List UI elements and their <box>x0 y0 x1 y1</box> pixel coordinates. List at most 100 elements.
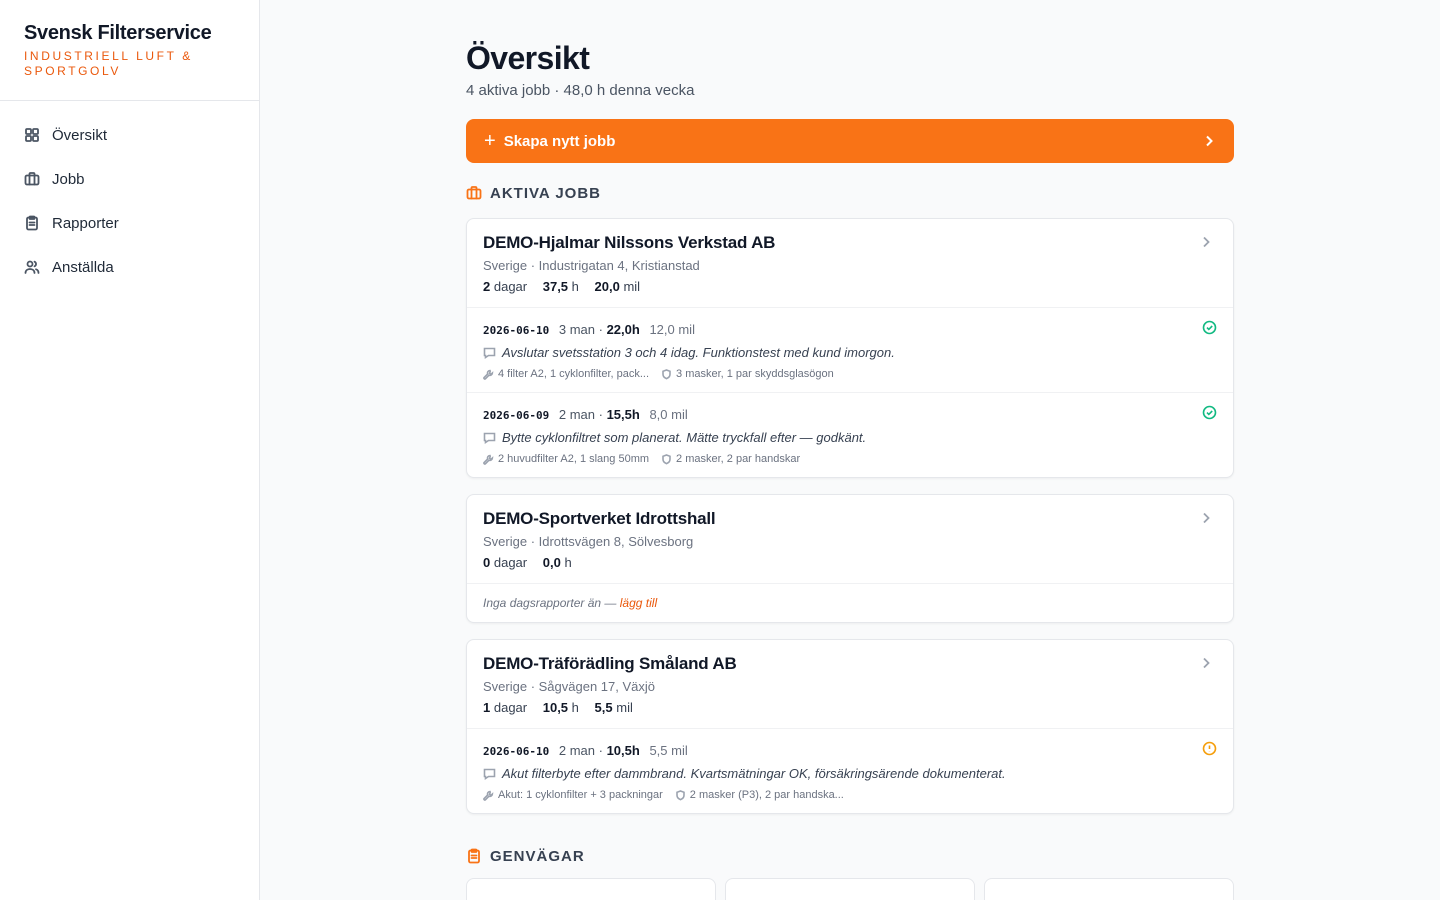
report-materials: 2 huvudfilter A2, 1 slang 50mm <box>498 453 650 465</box>
shortcut-card[interactable] <box>466 878 716 900</box>
report-crew: 3 man · <box>558 322 603 337</box>
report-mil: 12,0 mil <box>649 322 695 337</box>
report-hours: 15,5h <box>606 407 640 422</box>
shortcut-list <box>466 878 1234 900</box>
report-date: 2026-06-10 <box>483 745 550 758</box>
sidebar-item-jobb[interactable]: Jobb <box>0 157 259 201</box>
comment-icon <box>483 347 496 359</box>
empty-reports-text: Inga dagsrapporter än — <box>483 596 617 610</box>
sidebar-item-oversikt[interactable]: Översikt <box>0 113 259 157</box>
report-note: Bytte cyklonfiltret som planerat. Mätte … <box>483 430 1217 445</box>
create-job-label: Skapa nytt jobb <box>503 132 616 150</box>
report-materials: 4 filter A2, 1 cyklonfilter, pack... <box>498 368 650 380</box>
job-days-unit: dagar <box>493 279 528 294</box>
wrench-icon <box>483 369 494 380</box>
users-icon <box>24 260 40 274</box>
job-title: DEMO-Träförädling Småland AB <box>483 654 737 673</box>
brand: Svensk Filterservice INDUSTRIELL LUFT & … <box>0 0 259 101</box>
report-ppe: 2 masker, 2 par handskar <box>676 453 801 465</box>
report-note-text: Avslutar svetsstation 3 och 4 idag. Funk… <box>502 345 895 360</box>
job-days: 2 <box>483 279 491 294</box>
job-title: DEMO-Sportverket Idrottshall <box>483 509 716 528</box>
job-mil-unit: mil <box>616 700 633 715</box>
job-mil: 5,5 <box>594 700 613 715</box>
job-card-header[interactable]: DEMO-Hjalmar Nilssons Verkstad AB Sverig… <box>467 219 1233 308</box>
report-summary: 2026-06-09 2 man · 15,5h 8,0 mil <box>483 407 1217 422</box>
sidebar-item-label: Jobb <box>52 170 85 188</box>
report-mil: 5,5 mil <box>649 743 688 758</box>
clipboard-icon <box>26 215 38 231</box>
main-content: Översikt 4 aktiva jobb · 48,0 h denna ve… <box>466 0 1234 900</box>
section-active-jobs: AKTIVA JOBB <box>466 184 1234 202</box>
shortcut-card[interactable] <box>725 878 975 900</box>
report-summary: 2026-06-10 3 man · 22,0h 12,0 mil <box>483 322 1217 337</box>
create-job-button[interactable]: + Skapa nytt jobb <box>466 119 1234 163</box>
report-crew: 2 man · <box>558 407 603 422</box>
report-summary: 2026-06-10 2 man · 10,5h 5,5 mil <box>483 743 1217 758</box>
comment-icon <box>483 768 496 780</box>
day-report[interactable]: 2026-06-10 3 man · 22,0h 12,0 mil Avslut… <box>467 308 1233 393</box>
job-address: Sverige · Industrigatan 4, Kristianstad <box>483 258 700 273</box>
job-card-header[interactable]: DEMO-Träförädling Småland AB Sverige · S… <box>467 640 1233 729</box>
grid-icon <box>25 128 39 142</box>
job-address: Sverige · Idrottsvägen 8, Sölvesborg <box>483 534 694 549</box>
job-mil: 20,0 <box>594 279 620 294</box>
day-report[interactable]: 2026-06-09 2 man · 15,5h 8,0 mil Bytte c… <box>467 393 1233 477</box>
shortcut-card[interactable] <box>984 878 1234 900</box>
job-stats: 2 dagar 37,5 h 20,0 mil <box>483 279 1217 294</box>
job-hours: 0,0 <box>542 555 561 570</box>
chevron-right-icon[interactable] <box>1199 511 1213 525</box>
shield-icon <box>662 453 671 464</box>
job-card: DEMO-Hjalmar Nilssons Verkstad AB Sverig… <box>466 218 1234 478</box>
report-date: 2026-06-09 <box>483 409 550 422</box>
report-hours: 22,0h <box>606 322 640 337</box>
report-note-text: Akut filterbyte efter dammbrand. Kvartsm… <box>502 766 1006 781</box>
sidebar-item-anstallda[interactable]: Anställda <box>0 245 259 289</box>
day-report[interactable]: 2026-06-10 2 man · 10,5h 5,5 mil Akut fi… <box>467 729 1233 813</box>
job-card: DEMO-Sportverket Idrottshall Sverige · I… <box>466 494 1234 623</box>
job-card-header[interactable]: DEMO-Sportverket Idrottshall Sverige · I… <box>467 495 1233 584</box>
check-circle-icon <box>1202 320 1217 335</box>
shield-icon <box>662 368 671 379</box>
report-hours: 10,5h <box>606 743 640 758</box>
job-card: DEMO-Träförädling Småland AB Sverige · S… <box>466 639 1234 814</box>
alert-circle-icon <box>1202 741 1217 756</box>
add-report-link[interactable]: lägg till <box>620 596 657 610</box>
job-days-unit: dagar <box>493 555 528 570</box>
empty-reports: Inga dagsrapporter än — lägg till <box>467 584 1233 622</box>
page-subtitle: 4 aktiva jobb · 48,0 h denna vecka <box>466 82 695 99</box>
sidebar-nav: Översikt Jobb Rapporter Anställda <box>0 101 259 289</box>
job-days: 0 <box>483 555 491 570</box>
job-title: DEMO-Hjalmar Nilssons Verkstad AB <box>483 233 776 252</box>
report-note: Avslutar svetsstation 3 och 4 idag. Funk… <box>483 345 1217 360</box>
briefcase-icon <box>466 186 482 200</box>
sidebar-item-rapporter[interactable]: Rapporter <box>0 201 259 245</box>
job-hours-unit: h <box>571 279 579 294</box>
section-title: AKTIVA JOBB <box>490 184 602 202</box>
sidebar-item-label: Anställda <box>52 258 114 276</box>
chevron-right-icon[interactable] <box>1199 656 1213 670</box>
report-meta: 2 huvudfilter A2, 1 slang 50mm 2 masker,… <box>483 453 1217 465</box>
report-mil: 8,0 mil <box>649 407 688 422</box>
job-hours: 10,5 <box>542 700 569 715</box>
job-hours-unit: h <box>564 555 572 570</box>
sidebar-item-label: Översikt <box>52 126 108 144</box>
chevron-right-icon[interactable] <box>1199 235 1213 249</box>
report-note-text: Bytte cyklonfiltret som planerat. Mätte … <box>502 430 867 445</box>
job-mil-unit: mil <box>623 279 641 294</box>
job-stats: 0 dagar 0,0 h <box>483 555 1217 570</box>
section-shortcuts: GENVÄGAR <box>466 847 1234 865</box>
report-ppe: 2 masker (P3), 2 par handska... <box>689 789 844 801</box>
report-crew: 2 man · <box>558 743 603 758</box>
report-note: Akut filterbyte efter dammbrand. Kvartsm… <box>483 766 1217 781</box>
sidebar-item-label: Rapporter <box>52 214 119 232</box>
page-title: Översikt <box>466 40 590 76</box>
report-meta: Akut: 1 cyklonfilter + 3 packningar 2 ma… <box>483 789 1217 801</box>
job-hours: 37,5 <box>542 279 569 294</box>
report-ppe: 3 masker, 1 par skyddsglasögon <box>676 368 834 380</box>
report-date: 2026-06-10 <box>483 324 550 337</box>
job-days-unit: dagar <box>493 700 528 715</box>
briefcase-icon <box>24 172 40 186</box>
clipboard-icon <box>468 848 480 864</box>
wrench-icon <box>483 454 494 465</box>
